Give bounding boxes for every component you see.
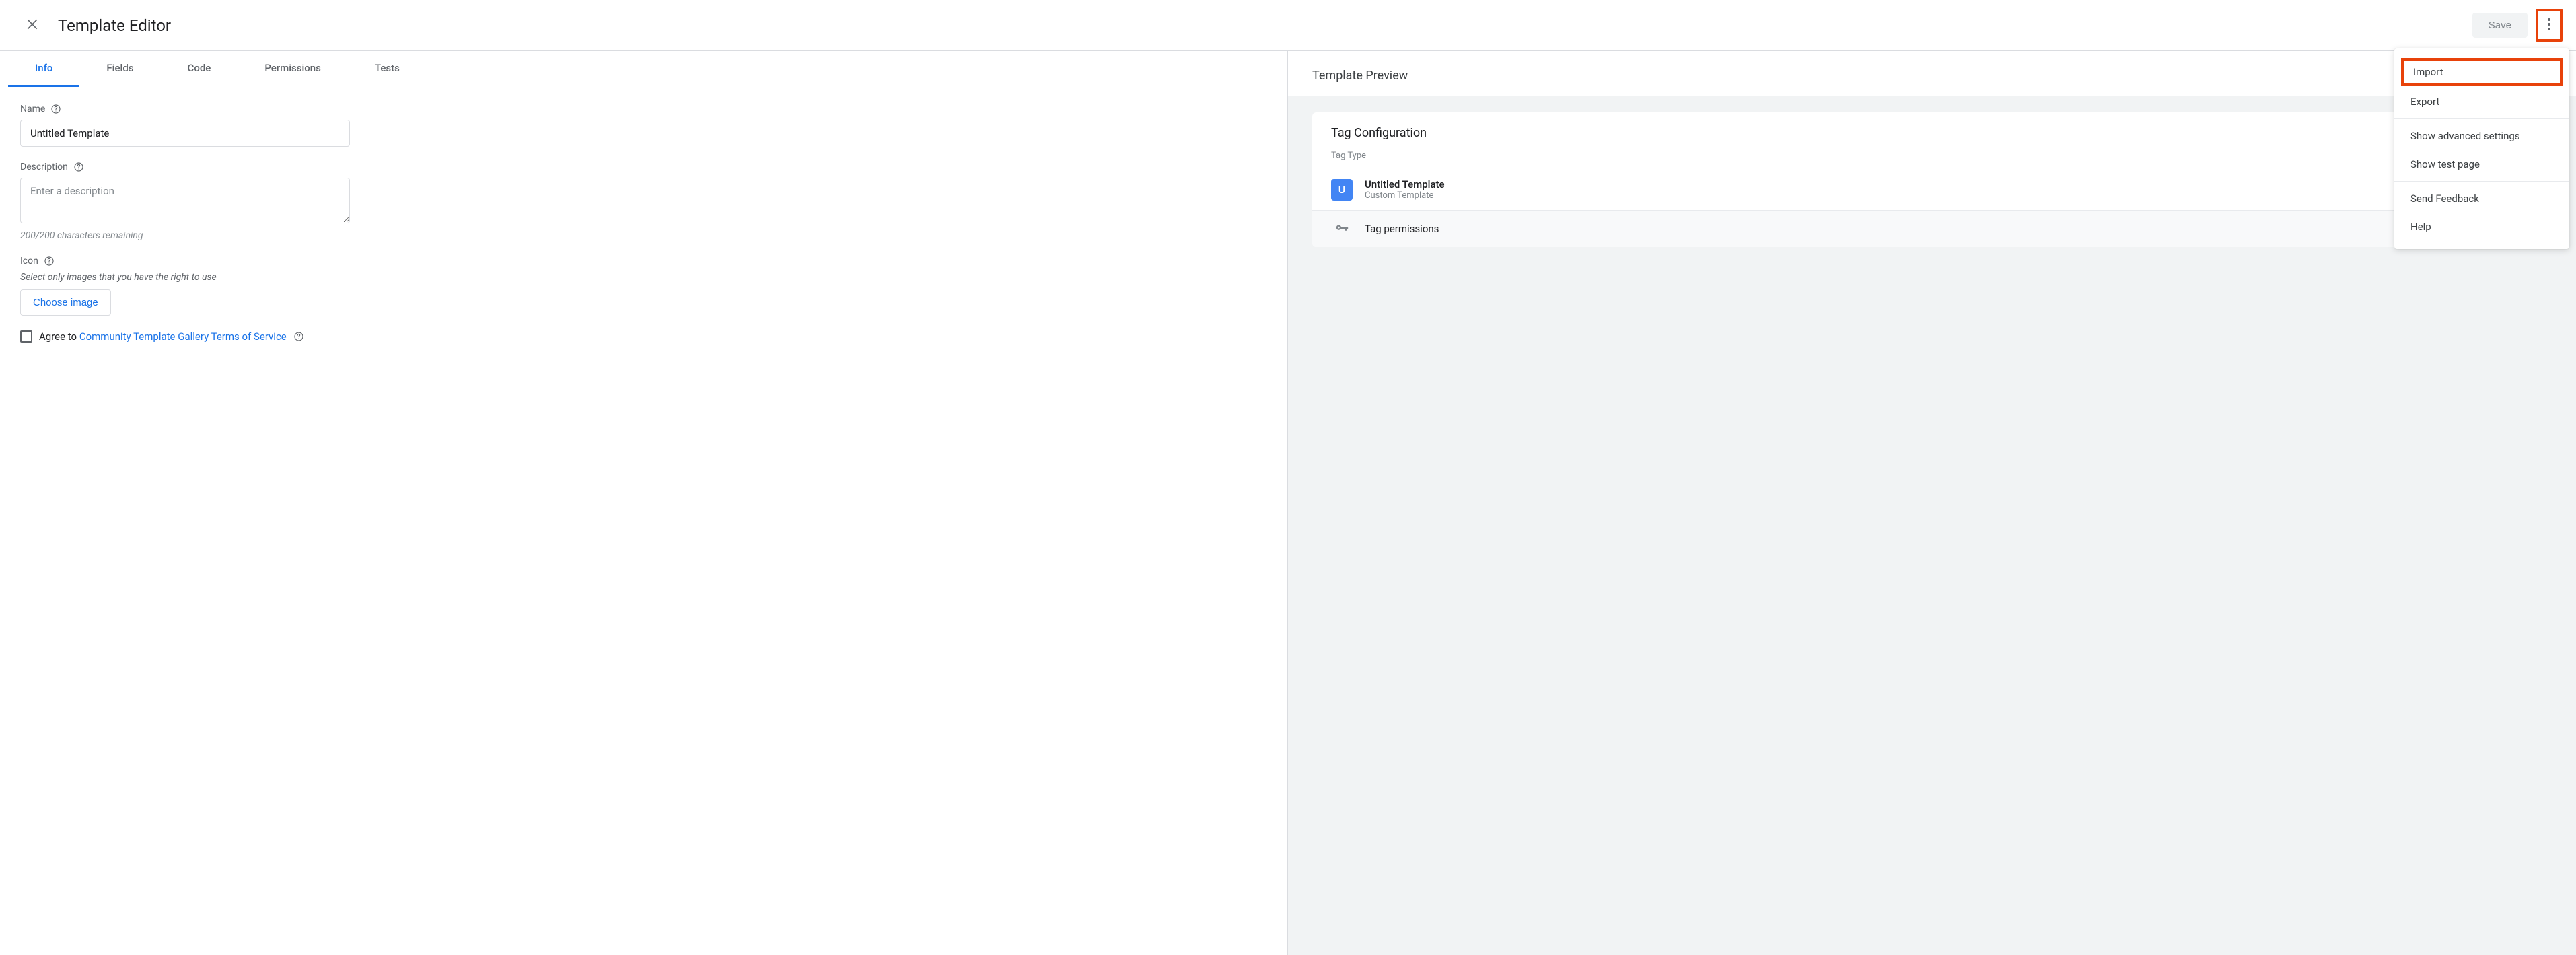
menu-feedback[interactable]: Send Feedback xyxy=(2394,184,2569,213)
agree-checkbox[interactable] xyxy=(20,330,32,343)
tag-type-label: Tag Type xyxy=(1312,148,2552,169)
menu-advanced-settings[interactable]: Show advanced settings xyxy=(2394,122,2569,150)
key-icon xyxy=(1331,221,1353,236)
tabs: Info Fields Code Permissions Tests xyxy=(0,51,1287,87)
more-vertical-icon xyxy=(2548,18,2550,32)
more-dropdown: Import Export Show advanced settings Sho… xyxy=(2394,48,2569,249)
page-title: Template Editor xyxy=(58,16,2472,35)
tag-row: U Untitled Template Custom Template xyxy=(1312,169,2552,210)
tab-code[interactable]: Code xyxy=(161,51,238,87)
name-label: Name xyxy=(20,104,45,114)
menu-test-page[interactable]: Show test page xyxy=(2394,150,2569,178)
config-card[interactable]: Tag Configuration Tag Type U Untitled Te… xyxy=(1312,112,2552,247)
tag-icon: U xyxy=(1331,179,1353,201)
permissions-row[interactable]: Tag permissions xyxy=(1312,210,2552,247)
tag-subtitle: Custom Template xyxy=(1365,190,1445,201)
right-panel: Template Preview Tag Configuration Tag T… xyxy=(1288,51,2576,955)
name-input[interactable] xyxy=(20,120,350,147)
tab-fields[interactable]: Fields xyxy=(79,51,160,87)
tab-permissions[interactable]: Permissions xyxy=(238,51,348,87)
choose-image-button[interactable]: Choose image xyxy=(20,289,111,316)
description-label: Description xyxy=(20,162,68,172)
help-icon[interactable] xyxy=(44,256,55,267)
icon-hint: Select only images that you have the rig… xyxy=(20,272,1267,283)
left-panel: Info Fields Code Permissions Tests Name xyxy=(0,51,1288,955)
terms-link[interactable]: Community Template Gallery Terms of Serv… xyxy=(79,330,287,343)
menu-import[interactable]: Import xyxy=(2401,58,2563,86)
tab-info[interactable]: Info xyxy=(8,51,79,87)
preview-title: Template Preview xyxy=(1288,51,2576,96)
header: Template Editor Save xyxy=(0,0,2576,51)
menu-export[interactable]: Export xyxy=(2394,87,2569,116)
menu-help[interactable]: Help xyxy=(2394,213,2569,241)
help-icon[interactable] xyxy=(50,104,61,114)
help-icon[interactable] xyxy=(73,162,84,172)
tag-name: Untitled Template xyxy=(1365,178,1445,190)
more-menu-button[interactable] xyxy=(2538,11,2560,39)
close-icon xyxy=(26,23,39,33)
close-button[interactable] xyxy=(20,12,44,38)
config-title: Tag Configuration xyxy=(1312,112,2552,148)
agree-text: Agree to Community Template Gallery Term… xyxy=(39,330,287,343)
help-icon[interactable] xyxy=(293,331,304,342)
save-button[interactable]: Save xyxy=(2472,13,2528,38)
char-count: 200/200 characters remaining xyxy=(20,230,1267,241)
description-input[interactable] xyxy=(20,178,350,223)
tab-tests[interactable]: Tests xyxy=(348,51,427,87)
agree-prefix: Agree to xyxy=(39,330,79,343)
icon-label: Icon xyxy=(20,256,38,267)
more-button-highlight xyxy=(2536,9,2563,42)
permissions-label: Tag permissions xyxy=(1365,223,1439,235)
form-content: Name Description 200/2 xyxy=(0,87,1287,359)
